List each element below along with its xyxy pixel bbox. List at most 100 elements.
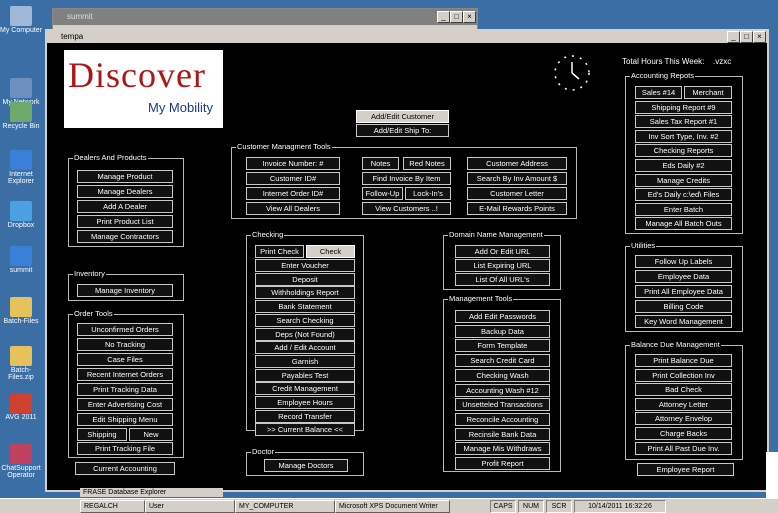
add-edit-customer-button[interactable]: Add/Edit Customer: [356, 110, 449, 123]
withholdings-report-button[interactable]: Withholdings Report: [255, 286, 355, 300]
eds-daily-2-button[interactable]: Eds Daily #2: [635, 159, 732, 172]
edit-shipping-menu-button[interactable]: Edit Shipping Menu: [77, 413, 173, 426]
billing-code-button[interactable]: Billing Code: [635, 300, 732, 313]
red-notes-button[interactable]: Red Notes: [403, 157, 451, 170]
print-check-button[interactable]: Print Check: [255, 245, 304, 258]
add-edit-account-button[interactable]: Add / Edit Account: [255, 341, 355, 355]
reconcile-accounting-button[interactable]: Reconcile Accounting: [455, 412, 550, 426]
key-word-management-button[interactable]: Key Word Management: [635, 315, 732, 328]
manage-contractors-button[interactable]: Manage Contractors: [77, 230, 173, 243]
current-accounting-button[interactable]: Current Accounting: [75, 462, 175, 475]
desktop-icon[interactable]: Recycle Bin: [0, 102, 42, 130]
print-balance-due-button[interactable]: Print Balance Due: [635, 354, 732, 367]
unsetteled-transactions-button[interactable]: Unsetteled Transactions: [455, 398, 550, 412]
checking-wash-button[interactable]: Checking Wash: [455, 368, 550, 382]
inv-sort-type-inv-2-button[interactable]: Inv Sort Type, Inv. #2: [635, 129, 732, 143]
accounting-wash-12-button[interactable]: Accounting Wash #12: [455, 383, 550, 397]
shipping-button[interactable]: Shipping: [77, 428, 127, 441]
task-regalch[interactable]: REGALCH: [80, 500, 145, 513]
desktop-icon[interactable]: ChatSupport Operator: [0, 444, 42, 479]
garnish-button[interactable]: Garnish: [255, 354, 355, 368]
deps-not-found-button[interactable]: Deps (Not Found): [255, 327, 355, 341]
print-all-past-due-inv-button[interactable]: Print All Past Due Inv.: [635, 441, 732, 455]
add-edit-ship-to-button[interactable]: Add/Edit Ship To:: [356, 124, 449, 137]
shipping-report-9-button[interactable]: Shipping Report #9: [635, 100, 732, 114]
enter-voucher-button[interactable]: Enter Voucher: [255, 259, 355, 272]
record-transfer-button[interactable]: Record Transfer: [255, 409, 355, 423]
internet-order-id-button[interactable]: Internet Order ID#: [246, 187, 340, 200]
search-credit-card-button[interactable]: Search Credit Card: [455, 354, 550, 368]
minimize-icon[interactable]: _: [727, 31, 740, 43]
close-icon[interactable]: ×: [753, 31, 766, 43]
payables-test-button[interactable]: Payables Test: [255, 368, 355, 382]
desktop-icon[interactable]: AVG 2011: [0, 393, 42, 421]
close-icon[interactable]: ×: [463, 11, 476, 23]
task-user[interactable]: User: [145, 500, 235, 513]
print-tracking-data-button[interactable]: Print Tracking Data: [77, 383, 173, 396]
employee-data-button[interactable]: Employee Data: [635, 270, 732, 283]
notes-button[interactable]: Notes: [362, 157, 399, 170]
follow-up-labels-button[interactable]: Follow Up Labels: [635, 255, 732, 268]
manage-dealers-button[interactable]: Manage Dealers: [77, 185, 173, 198]
attorney-envelop-button[interactable]: Attorney Envelop: [635, 412, 732, 426]
desktop-icon[interactable]: Internet Explorer: [0, 150, 42, 185]
maximize-icon[interactable]: □: [740, 31, 753, 43]
search-checking-button[interactable]: Search Checking: [255, 313, 355, 327]
summit-titlebar[interactable]: summit: [53, 9, 477, 25]
task-my-computer[interactable]: MY_COMPUTER: [235, 500, 335, 513]
manage-product-button[interactable]: Manage Product: [77, 170, 173, 183]
charge-backs-button[interactable]: Charge Backs: [635, 427, 732, 440]
maximize-icon[interactable]: □: [450, 11, 463, 23]
profit-report-button[interactable]: Profit Report: [455, 457, 550, 470]
manage-inventory-button[interactable]: Manage Inventory: [77, 284, 173, 297]
add-or-edit-url-button[interactable]: Add Or Edit URL: [455, 245, 550, 258]
manage-all-batch-outs-button[interactable]: Manage All Batch Outs: [635, 217, 732, 231]
attorney-letter-button[interactable]: Attorney Letter: [635, 397, 732, 411]
unconfirmed-orders-button[interactable]: Unconfirmed Orders: [77, 323, 173, 336]
database-explorer-strip[interactable]: FRASE Database Explorer: [80, 488, 223, 497]
sales-tax-report-1-button[interactable]: Sales Tax Report #1: [635, 115, 732, 129]
print-collection-inv-button[interactable]: Print Collection Inv: [635, 368, 732, 382]
lock-in-s-button[interactable]: Lock-In's: [405, 187, 451, 200]
case-files-button[interactable]: Case Files: [77, 353, 173, 366]
add-a-dealer-button[interactable]: Add A Dealer: [77, 200, 173, 213]
invoice-number-button[interactable]: Invoice Number: #: [246, 157, 340, 170]
desktop-icon[interactable]: Dropbox: [0, 201, 42, 229]
customer-letter-button[interactable]: Customer Letter: [467, 187, 567, 200]
form-template-button[interactable]: Form Template: [455, 339, 550, 353]
manage-credits-button[interactable]: Manage Credits: [635, 173, 732, 187]
customer-address-button[interactable]: Customer Address: [467, 157, 567, 170]
employee-hours-button[interactable]: Employee Hours: [255, 396, 355, 409]
ed-s-daily-c-ed-files-button[interactable]: Ed's Daily c:\ed\ Files: [635, 188, 732, 202]
view-all-dealers-button[interactable]: View All Dealers: [246, 202, 340, 215]
print-all-employee-data-button[interactable]: Print All Employee Data: [635, 285, 732, 298]
recinsile-bank-data-button[interactable]: Recinsile Bank Data: [455, 427, 550, 441]
employee-report-button[interactable]: Employee Report: [637, 463, 734, 476]
view-customers-button[interactable]: View Customers ..!: [362, 202, 451, 215]
checking-reports-button[interactable]: Checking Reports: [635, 144, 732, 158]
desktop-icon[interactable]: summit: [0, 246, 42, 274]
sales-14-button[interactable]: Sales #14: [635, 86, 682, 99]
new-button[interactable]: New: [129, 428, 173, 441]
desktop-icon[interactable]: Batch-Files.zip: [0, 346, 42, 381]
task-xps-writer[interactable]: Microsoft XPS Document Writer: [335, 500, 450, 513]
follow-up-button[interactable]: Follow-Up: [362, 187, 403, 200]
desktop-icon[interactable]: Batch-Files: [0, 297, 42, 325]
manage-doctors-button[interactable]: Manage Doctors: [264, 459, 348, 472]
enter-advertising-cost-button[interactable]: Enter Advertising Cost: [77, 398, 173, 411]
bad-check-button[interactable]: Bad Check: [635, 383, 732, 397]
recent-internet-orders-button[interactable]: Recent Internet Orders: [77, 368, 173, 381]
check-button[interactable]: Check: [306, 245, 355, 258]
list-of-all-url-s-button[interactable]: List Of All URL's: [455, 273, 550, 286]
customer-id-button[interactable]: Customer ID#: [246, 172, 340, 185]
desktop-icon[interactable]: My Computer: [0, 6, 42, 34]
print-tracking-file-button[interactable]: Print Tracking File: [77, 442, 173, 455]
find-invoice-by-item-button[interactable]: Find Invoice By Item: [362, 172, 451, 185]
search-by-inv-amount-button[interactable]: Search By Inv Amount $: [467, 172, 567, 185]
print-product-list-button[interactable]: Print Product List: [77, 215, 173, 228]
deposit-button[interactable]: Deposit: [255, 272, 355, 286]
credit-management-button[interactable]: Credit Management: [255, 382, 355, 396]
e-mail-rewards-points-button[interactable]: E-Mail Rewards Points: [467, 202, 567, 215]
merchant-button[interactable]: Merchant: [684, 86, 732, 99]
backup-data-button[interactable]: Backup Data: [455, 324, 550, 338]
